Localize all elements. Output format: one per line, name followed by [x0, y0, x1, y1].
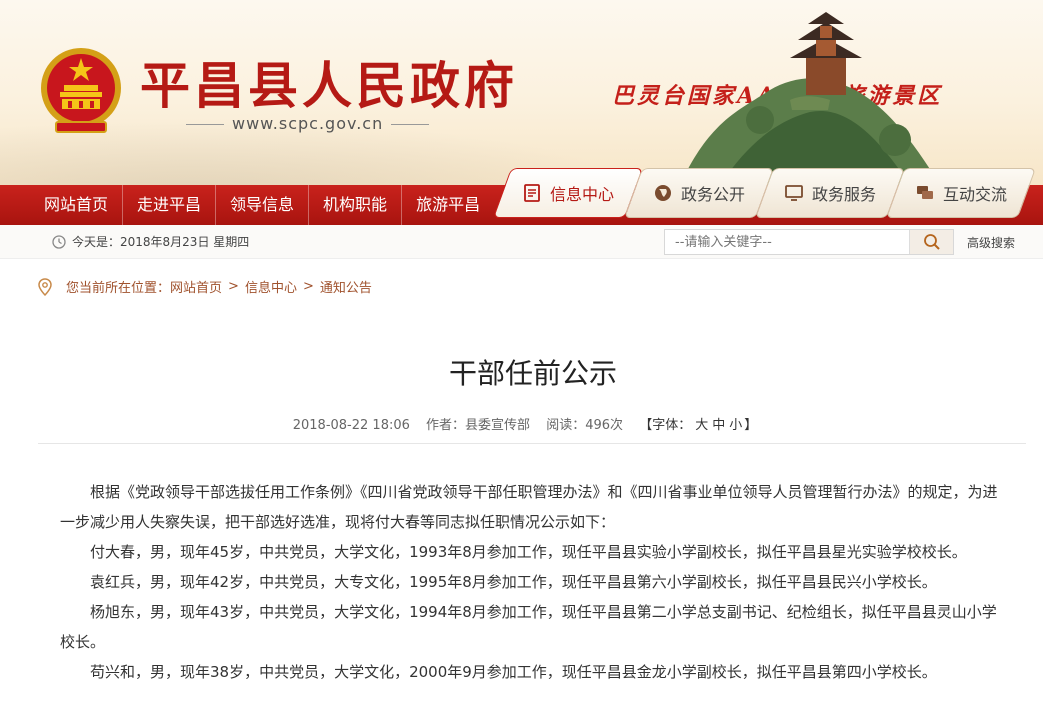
tab-info-center[interactable]: 信息中心 [492, 168, 644, 218]
nav-links: 网站首页 走进平昌 领导信息 机构职能 旅游平昌 [30, 185, 494, 225]
header-banner: 平昌县人民政府 www.scpc.gov.cn 巴灵台国家AAAA级旅游景区 [0, 0, 1043, 185]
tab-government-services-label: 政务服务 [811, 185, 876, 204]
article-paragraph: 苟兴和，男，现年38岁，中共党员，大学文化，2000年9月参加工作，现任平昌县金… [90, 663, 937, 681]
nav-item-about[interactable]: 走进平昌 [123, 185, 217, 225]
font-size-large[interactable]: 大 [695, 418, 708, 433]
breadcrumb-prefix: 您当前所在位置： [66, 281, 171, 296]
article-views: 阅读：496次 [546, 418, 623, 433]
search-button[interactable] [909, 230, 953, 254]
breadcrumb-notices[interactable]: 通知公告 [320, 277, 372, 296]
font-size-medium[interactable]: 中 [712, 418, 725, 433]
globe-icon [654, 185, 671, 201]
breadcrumb-separator: > [228, 279, 239, 294]
views-label: 阅读： [546, 418, 586, 433]
font-size-small[interactable]: 小 [729, 418, 742, 433]
breadcrumb-info-center[interactable]: 信息中心 [245, 277, 297, 296]
font-size-end: 】 [744, 418, 758, 433]
article-paragraph: 杨旭东，男，现年43岁，中共党员，大学文化，1994年8月参加工作，现任平昌县第… [60, 603, 997, 651]
search-box [664, 229, 954, 255]
nav-item-leaders[interactable]: 领导信息 [216, 185, 310, 225]
mountain-pavilion-illustration [680, 12, 940, 185]
document-icon [524, 184, 540, 202]
author-label: 作者： [426, 418, 466, 433]
tab-government-affairs[interactable]: 政务公开 [623, 168, 775, 218]
author-name: 县委宣传部 [465, 418, 531, 433]
search-icon [923, 234, 940, 250]
nav-item-home[interactable]: 网站首页 [30, 185, 124, 225]
utility-toolbar: 今天是：2018年8月23日 星期四 高级搜索 [0, 225, 1043, 259]
article-paragraph: 袁红兵，男，现年42岁，中共党员，大专文化，1995年8月参加工作，现任平昌县第… [90, 573, 937, 591]
national-emblem-icon [41, 48, 121, 133]
article-paragraph: 付大春，男，现年45岁，中共党员，大学文化，1993年8月参加工作，现任平昌县实… [90, 543, 967, 561]
font-size-label: 【字体： [639, 418, 692, 433]
article-paragraph: 根据《党政领导干部选拔任用工作条例》《四川省党政领导干部任职管理办法》和《四川省… [60, 483, 998, 531]
font-size-control: 【字体：大中小】 [639, 418, 757, 433]
breadcrumb-home[interactable]: 网站首页 [170, 277, 222, 296]
location-pin-icon [38, 277, 52, 296]
breadcrumb: 您当前所在位置： 网站首页 > 信息中心 > 通知公告 [38, 277, 372, 296]
monitor-icon [785, 185, 803, 201]
clock-icon [52, 234, 66, 249]
article-date: 2018-08-22 18:06 [292, 418, 410, 433]
title-divider [38, 443, 1026, 444]
date-display: 今天是：2018年8月23日 星期四 [52, 233, 249, 250]
nav-item-tourism[interactable]: 旅游平昌 [402, 185, 494, 225]
tab-interaction[interactable]: 互动交流 [885, 168, 1037, 218]
advanced-search-link[interactable]: 高级搜索 [967, 234, 1015, 251]
breadcrumb-separator: > [302, 279, 314, 294]
tab-government-affairs-label: 政务公开 [680, 185, 745, 204]
content-card: 今天是：2018年8月23日 星期四 高级搜索 您当前所在位置： 网站首页 > … [0, 225, 1043, 703]
article-meta: 2018-08-22 18:06 作者：县委宣传部 阅读：496次 【字体：大中… [0, 414, 1043, 433]
views-count: 496次 [585, 418, 624, 433]
tab-info-center-label: 信息中心 [549, 185, 614, 204]
tab-government-services[interactable]: 政务服务 [754, 168, 906, 218]
date-text: 今天是：2018年8月23日 星期四 [72, 235, 250, 249]
section-tabs: 信息中心 政务公开 政务服务 互动交流 [488, 160, 1043, 225]
site-title: 平昌县人民政府 [140, 56, 518, 115]
chat-icon [916, 186, 933, 199]
nav-item-institutions[interactable]: 机构职能 [309, 185, 403, 225]
tab-interaction-label: 互动交流 [942, 185, 1007, 204]
search-input[interactable] [665, 230, 909, 254]
article-title: 干部任前公示 [448, 357, 617, 390]
site-url[interactable]: www.scpc.gov.cn [178, 114, 437, 133]
article-body: 根据《党政领导干部选拔任用工作条例》《四川省党政领导干部任职管理办法》和《四川省… [60, 477, 1010, 687]
article-author: 作者：县委宣传部 [426, 418, 530, 433]
